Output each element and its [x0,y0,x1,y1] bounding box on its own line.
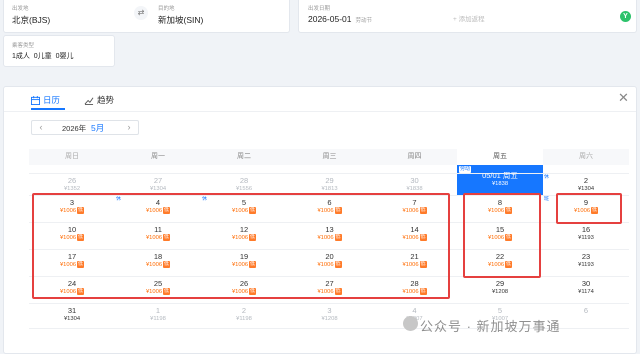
day-number: 6 [583,306,589,315]
weekday-header: 周二 [201,149,287,165]
calendar-day[interactable]: 休 2 ¥1304 [543,173,629,195]
calendar-day[interactable]: 28 ¥1556 [201,173,287,195]
year-label: 2026年 [62,124,87,133]
origin-field[interactable]: 北京(BJS) [12,14,50,26]
day-price: ¥1352 [63,186,81,192]
date-field[interactable]: 2026-05-01 劳动节 [308,14,372,24]
add-return-button[interactable]: + 添加返程 [453,13,485,23]
day-price: ¥1198 [150,316,166,322]
day-price: ¥1813 [321,186,338,192]
trend-chart-icon [84,97,94,105]
passenger-card[interactable]: 乘客类型 1成人 0儿童 0婴儿 [3,35,115,67]
calendar-day[interactable]: 26 ¥1352 [29,173,115,195]
dest-label: 目的地 [158,6,175,12]
day-number: 5 [497,306,503,315]
calendar-day[interactable]: 23 ¥1193 [543,249,629,276]
day-price: ¥1208 [321,316,338,322]
chevron-right-icon[interactable]: › [122,121,136,134]
day-number: 2 [583,176,589,185]
calendar-icon [31,95,40,105]
holiday-badge: 劳动 [459,166,472,173]
calendar-day[interactable]: 29 ¥1813 [287,173,372,195]
day-price: ¥1304 [63,316,81,322]
grid-line [29,173,629,174]
pax-label: 乘客类型 [12,43,35,49]
tab-divider [4,111,636,112]
weekday-header: 周五 [457,149,543,165]
day-price: ¥1838 [491,181,509,187]
day-price: ¥1193 [578,235,594,241]
day-number: 3 [327,306,332,315]
day-price: ¥1208 [491,289,509,295]
active-tab-indicator [31,108,65,110]
calendar-day[interactable]: 30 ¥1174 [543,276,629,303]
day-price: ¥1556 [235,186,253,192]
day-number: 26 [67,176,77,185]
annotation-box-weekdays [32,193,450,299]
calendar-day[interactable]: 1 ¥1198 [115,303,201,328]
calendar-day[interactable]: 3 ¥1208 [287,303,372,328]
origin-label: 出发地 [12,6,29,12]
day-price: ¥1304 [149,186,167,192]
origin-dest-card: 出发地 北京(BJS) ⇄ 目的地 新加坡(SIN) [3,0,290,33]
date-label: 出发日期 [308,6,331,12]
calendar-day[interactable]: 27 ¥1304 [115,173,201,195]
date-value: 2026-05-01 [308,14,352,24]
tab-calendar[interactable]: 日历 [31,91,60,109]
month-label[interactable]: 5月 [91,122,104,134]
day-number: 27 [153,176,163,185]
weekday-header: 周四 [372,149,457,165]
date-holiday-tag: 劳动节 [355,18,372,24]
annotation-box-saturday [556,193,622,224]
day-price: ¥1838 [406,186,423,192]
day-number: 28 [239,176,249,185]
tab-calendar-label: 日历 [43,95,61,105]
weekday-header: 周六 [543,149,629,165]
watermark-text: 公众号 · 新加坡万事通 [420,319,561,334]
day-number: 31 [67,306,77,315]
workday-badge: 班 [544,196,550,202]
day-price: ¥1198 [236,316,252,322]
day-price: ¥1304 [577,186,595,192]
day-number: 4 [412,306,417,315]
calendar-day[interactable]: 2 ¥1198 [201,303,287,328]
weekday-header: 周日 [29,149,115,165]
weekday-header: 周三 [287,149,372,165]
day-number: 1 [155,306,161,315]
calendar-day[interactable]: 30 ¥1838 [372,173,457,195]
wechat-icon [403,316,418,331]
day-number: 30 [410,176,419,185]
day-number: 2 [241,306,247,315]
calendar-day[interactable]: 29 ¥1208 [457,276,543,303]
calendar-day[interactable]: 16 ¥1193 [543,222,629,249]
month-selector: ‹ 2026年 5月 › [31,120,139,135]
brand-y-icon: Y [620,11,631,22]
date-card: 出发日期 2026-05-01 劳动节 + 添加返程 Y [298,0,637,33]
annotation-box-fridays [463,193,541,278]
tab-trend[interactable]: 趋势 [84,91,114,109]
day-number: 30 [581,279,591,288]
day-price: ¥1193 [578,262,594,268]
day-number: 29 [325,176,334,185]
tab-trend-label: 趋势 [97,95,115,105]
workday-badge: 休 [544,174,550,180]
dest-field[interactable]: 新加坡(SIN) [158,14,203,26]
swap-icon[interactable]: ⇄ [134,6,148,20]
weekday-header: 周一 [115,149,201,165]
day-number: 23 [581,252,591,261]
pax-value: 1成人 0儿童 0婴儿 [12,53,74,60]
calendar-day[interactable]: 31 ¥1304 [29,303,115,328]
calendar-day-selected[interactable]: 劳动 05/01 周五 ¥1838 [457,165,543,195]
close-icon[interactable]: ✕ [618,91,629,105]
grid-line [29,303,629,304]
chevron-left-icon[interactable]: ‹ [34,121,48,134]
day-price: ¥1174 [578,289,594,295]
